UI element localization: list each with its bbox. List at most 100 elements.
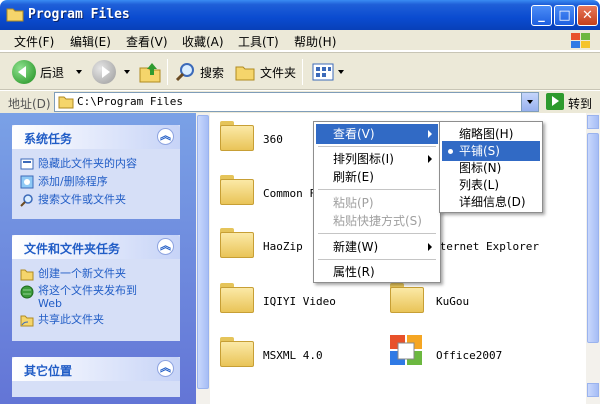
view-submenu: 缩略图(H) 平铺(S) 图标(N) 列表(L) 详细信息(D) [439, 121, 543, 213]
other-places-header[interactable]: 其它位置 ︽ [12, 357, 180, 381]
scroll-down-button[interactable] [587, 383, 599, 397]
scroll-thumb[interactable] [587, 133, 599, 343]
chevron-down-icon[interactable] [338, 70, 344, 74]
radio-bullet-icon [448, 149, 453, 154]
title-bar[interactable]: Program Files _ □ ✕ [0, 0, 600, 30]
back-arrow-icon [12, 60, 36, 84]
add-remove-programs-link[interactable]: 添加/删除程序 [12, 173, 180, 191]
file-name: Office2007 [436, 349, 503, 362]
menu-favorites[interactable]: 收藏(A) [182, 33, 224, 50]
chevron-down-icon [527, 100, 533, 104]
menu-label: 粘贴快捷方式(S) [333, 214, 422, 228]
folders-label: 文件夹 [260, 65, 297, 80]
context-menu: 查看(V) 排列图标(I) 刷新(E) 粘贴(P) 粘贴快捷方式(S) 新建(W… [313, 121, 441, 283]
menu-label: 刷新(E) [333, 170, 374, 184]
file-name: nternet Explorer [433, 240, 539, 253]
maximize-button[interactable]: □ [554, 5, 575, 26]
new-folder-icon [20, 269, 34, 281]
link-label: 隐藏此文件夹的内容 [38, 157, 137, 170]
panel-title: 其它位置 [24, 364, 73, 378]
ctx-view[interactable]: 查看(V) [316, 124, 438, 144]
windows-logo-icon [571, 33, 590, 48]
search-button[interactable]: 搜索 [174, 60, 224, 84]
go-button[interactable]: 转到 [568, 95, 592, 112]
link-label: 将这个文件夹发布到 Web [38, 284, 137, 310]
menu-help[interactable]: 帮助(H) [294, 33, 336, 50]
chevron-right-icon [428, 130, 432, 138]
collapse-icon[interactable]: ︽ [157, 128, 174, 145]
collapse-icon[interactable]: ︽ [157, 360, 174, 377]
address-label: 地址(D) [8, 97, 51, 111]
ctx-paste: 粘贴(P) [316, 193, 438, 213]
sub-details[interactable]: 详细信息(D) [442, 192, 540, 212]
task-pane-scrollbar[interactable] [196, 113, 210, 404]
file-view-scrollbar[interactable] [586, 113, 600, 404]
file-name: 360 [263, 133, 283, 146]
chevron-right-icon [428, 155, 432, 163]
forward-arrow-icon [92, 60, 116, 84]
search-icon [175, 63, 194, 82]
scroll-up-button[interactable] [587, 115, 599, 129]
menu-tools[interactable]: 工具(T) [238, 33, 279, 50]
scroll-thumb[interactable] [197, 115, 209, 389]
system-tasks-header[interactable]: 系统任务 ︽ [12, 125, 180, 149]
views-icon [312, 63, 334, 81]
panel-title: 系统任务 [24, 132, 73, 146]
globe-icon [20, 285, 34, 299]
address-bar: 地址(D) C:\Program Files 转到 [0, 91, 600, 113]
ctx-arrange-icons[interactable]: 排列图标(I) [316, 149, 438, 169]
views-button[interactable] [312, 60, 344, 84]
minimize-button[interactable]: _ [531, 5, 552, 26]
task-pane: 系统任务 ︽ 隐藏此文件夹的内容 添加/删除程序 搜索文件或文件夹 文件和文件夹… [0, 113, 196, 404]
ctx-paste-shortcut: 粘贴快捷方式(S) [316, 211, 438, 231]
file-name: KuGou [436, 295, 470, 308]
file-folder-tasks-header[interactable]: 文件和文件夹任务 ︽ [12, 235, 180, 259]
system-tasks-panel: 系统任务 ︽ 隐藏此文件夹的内容 添加/删除程序 搜索文件或文件夹 [12, 125, 180, 219]
collapse-icon[interactable]: ︽ [157, 238, 174, 255]
new-folder-link[interactable]: 创建一个新文件夹 [12, 265, 180, 283]
hide-folder-icon [20, 158, 34, 170]
link-label: 共享此文件夹 [38, 313, 104, 326]
menu-edit[interactable]: 编辑(E) [70, 33, 111, 50]
folder-icon [220, 337, 254, 367]
ctx-properties[interactable]: 属性(R) [316, 262, 438, 282]
folders-button[interactable]: 文件夹 [234, 60, 296, 84]
menu-view[interactable]: 查看(V) [126, 33, 168, 50]
ctx-refresh[interactable]: 刷新(E) [316, 167, 438, 187]
file-folder-tasks-panel: 文件和文件夹任务 ︽ 创建一个新文件夹 将这个文件夹发布到 Web 共享此文件夹 [12, 235, 180, 341]
up-folder-button[interactable] [138, 60, 162, 84]
file-name: MSXML 4.0 [263, 349, 323, 362]
file-name: HaoZip [263, 240, 303, 253]
ctx-new[interactable]: 新建(W) [316, 237, 438, 257]
forward-button[interactable] [92, 60, 130, 84]
search-files-link[interactable]: 搜索文件或文件夹 [12, 191, 180, 209]
office-logo-icon [390, 335, 422, 365]
chevron-down-icon[interactable] [76, 70, 83, 74]
chevron-down-icon[interactable] [124, 70, 130, 74]
publish-web-link[interactable]: 将这个文件夹发布到 Web [12, 283, 180, 311]
share-folder-link[interactable]: 共享此文件夹 [12, 311, 180, 329]
chevron-right-icon [428, 243, 432, 251]
file-name: IQIYI Video [263, 295, 336, 308]
close-button[interactable]: ✕ [577, 5, 598, 26]
menu-label: 缩略图(H) [459, 127, 514, 141]
menu-label: 排列图标(I) [333, 152, 394, 166]
menu-file[interactable]: 文件(F) [14, 33, 54, 50]
address-input[interactable]: C:\Program Files [54, 92, 539, 112]
file-item[interactable]: Office2007 [388, 333, 502, 372]
menu-label: 图标(N) [459, 161, 502, 175]
folder-icon [58, 96, 74, 109]
search-icon [20, 194, 33, 207]
file-name: Common F [263, 187, 316, 200]
back-button[interactable]: 后退 [12, 60, 83, 84]
menu-label: 平铺(S) [459, 144, 500, 158]
window-title: Program Files [28, 7, 130, 22]
menu-label: 列表(L) [459, 178, 500, 192]
folder-icon [390, 283, 424, 313]
hide-contents-link[interactable]: 隐藏此文件夹的内容 [12, 155, 180, 173]
search-label: 搜索 [200, 65, 225, 80]
go-arrow-icon[interactable] [546, 93, 564, 110]
menu-label: 查看(V) [333, 127, 375, 141]
address-dropdown-button[interactable] [521, 93, 538, 111]
toolbar: 后退 搜索 文件夹 [0, 52, 600, 90]
